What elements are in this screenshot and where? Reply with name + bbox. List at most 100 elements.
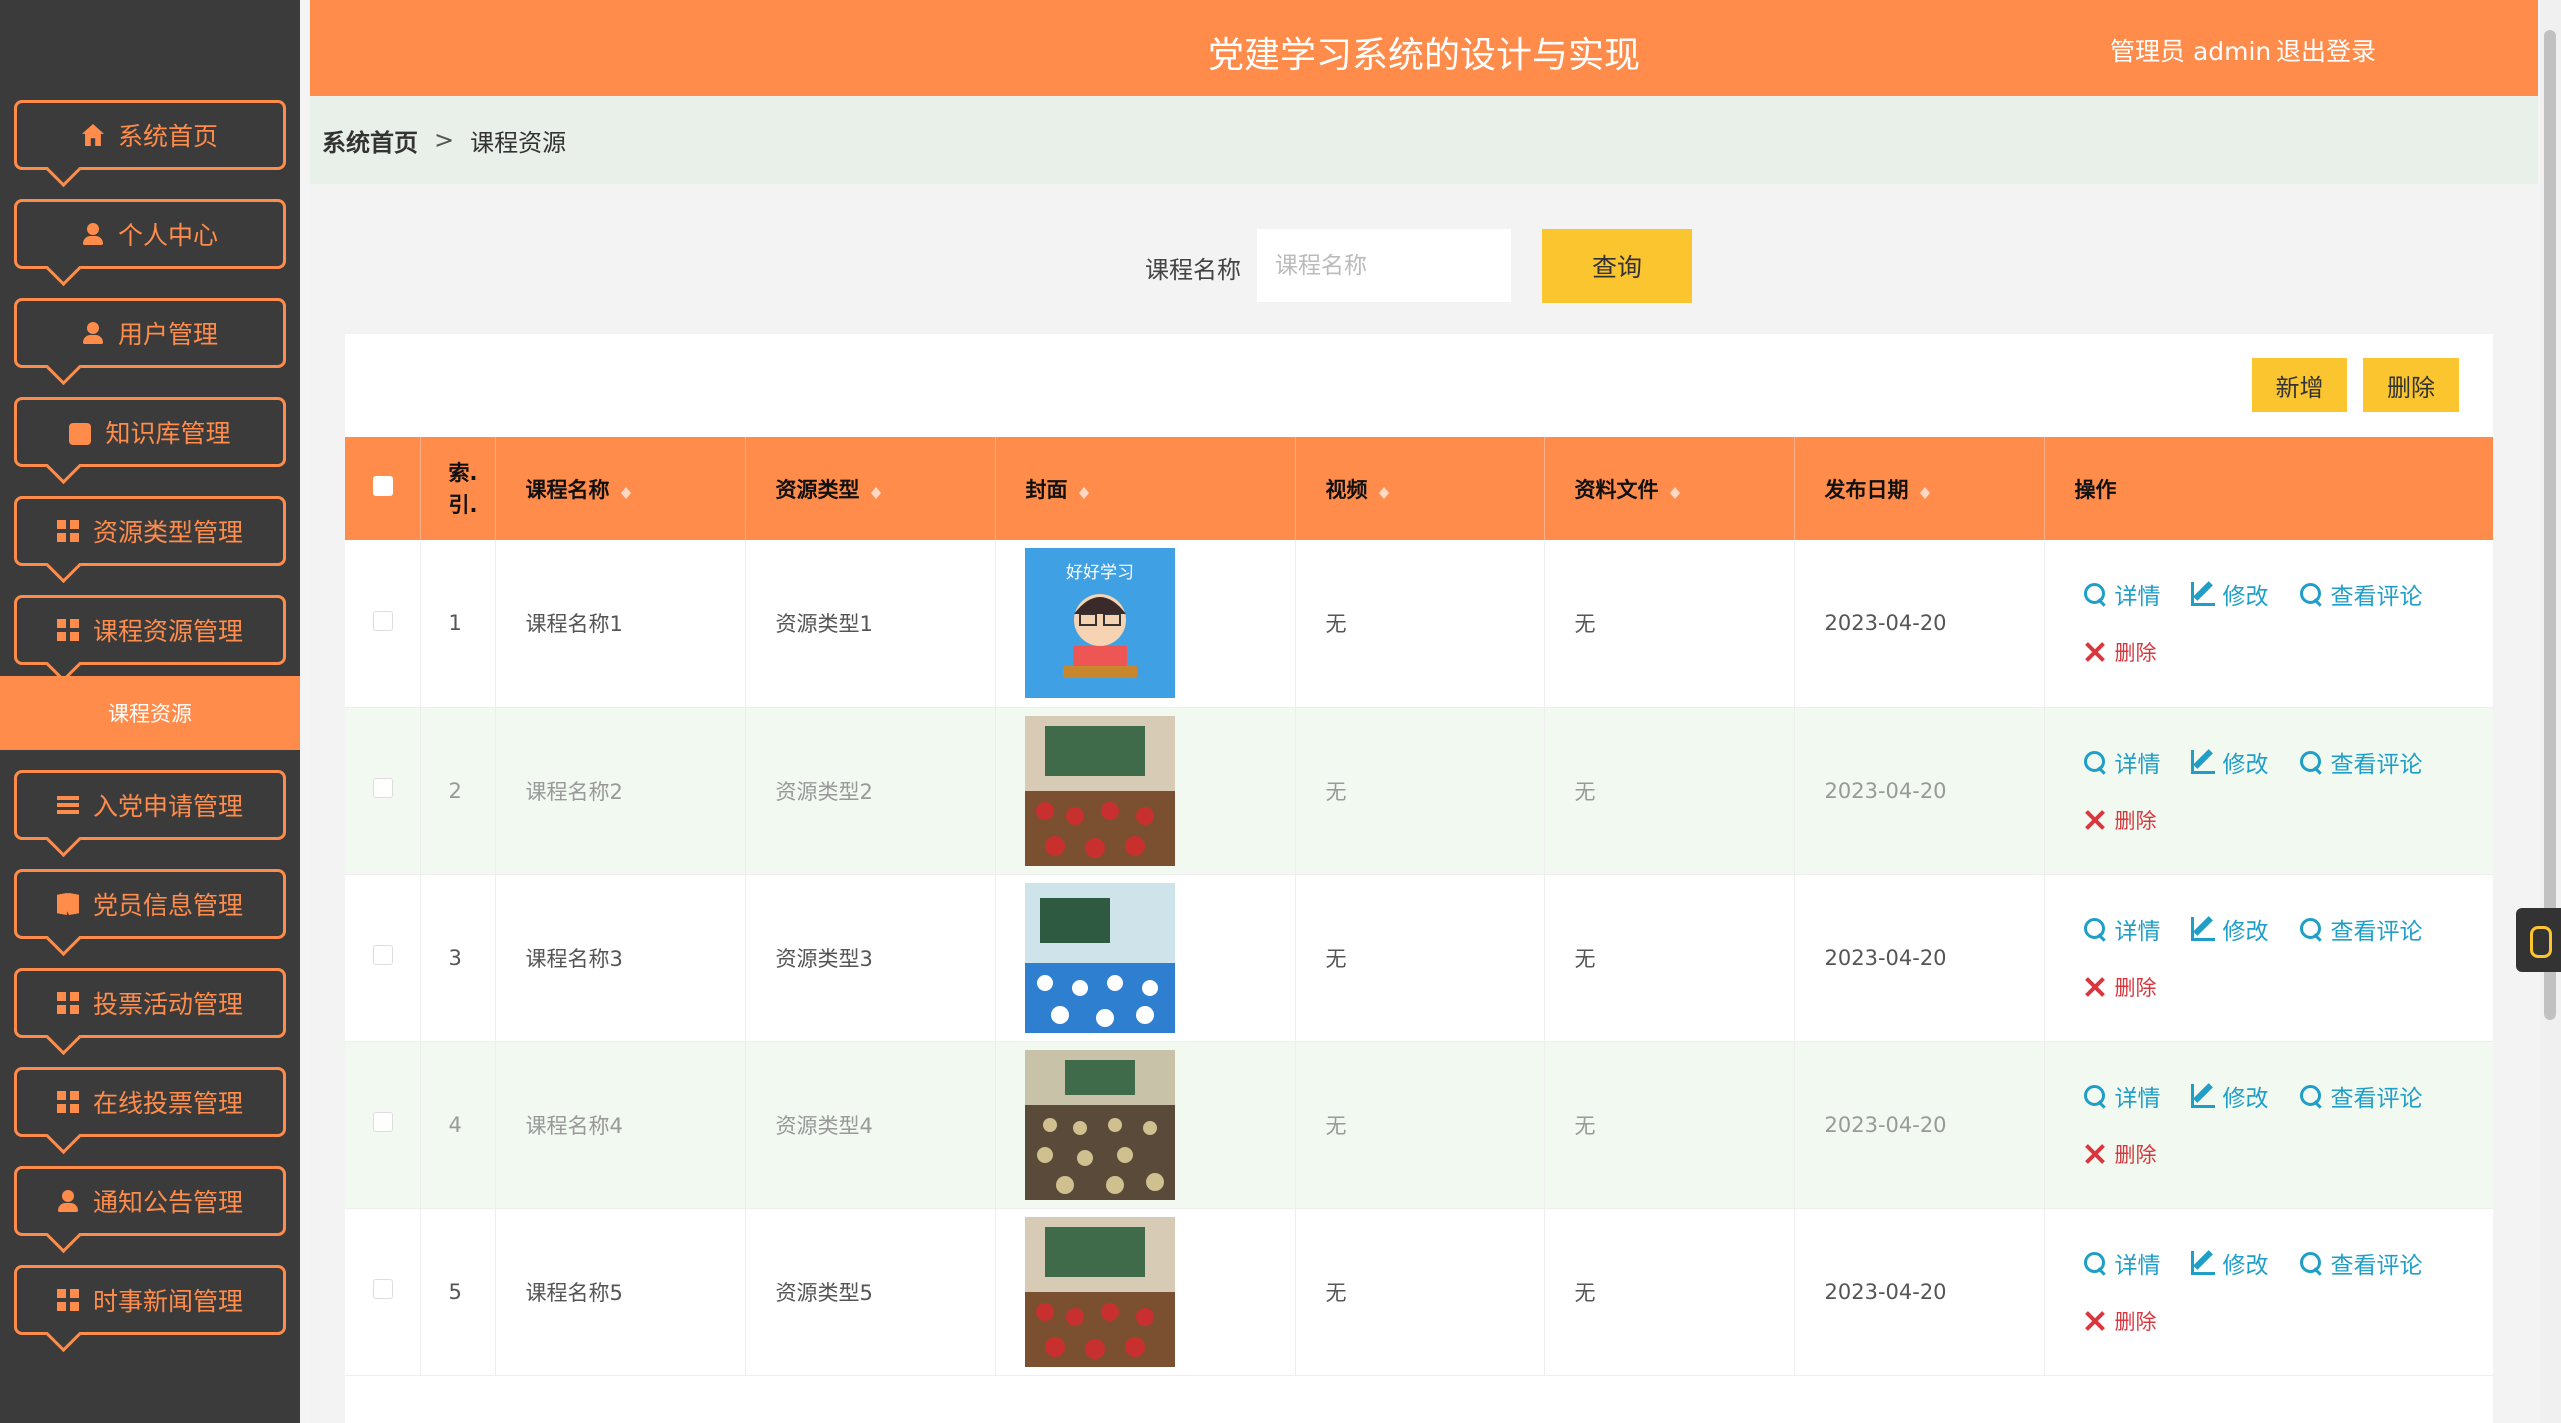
- sidebar-item-party-application[interactable]: 入党申请管理: [14, 770, 286, 840]
- grid-icon: [56, 1289, 79, 1311]
- view-comments-button[interactable]: 查看评论: [2299, 577, 2423, 611]
- close-icon: [2083, 640, 2107, 664]
- cell-file: 无: [1544, 1208, 1795, 1375]
- sidebar-item-users[interactable]: 用户管理: [14, 298, 286, 368]
- row-checkbox[interactable]: [373, 945, 393, 965]
- course-resource-table: 索. 引. 课程名称 资源类型 封面 视频 资料文件 发布日期 操作 1 课程名称…: [345, 437, 2493, 1376]
- edit-button[interactable]: 修改: [2190, 745, 2269, 779]
- row-delete-button[interactable]: 删除: [2083, 805, 2157, 835]
- header-label: 封面: [1025, 477, 1068, 502]
- cover-image: [1024, 1216, 1175, 1367]
- edit-icon: [2190, 749, 2215, 774]
- search-icon: [2299, 582, 2323, 606]
- search-icon: [2083, 750, 2107, 774]
- op-label: 修改: [2222, 1085, 2269, 1112]
- grid-icon: [56, 619, 79, 641]
- view-comments-button[interactable]: 查看评论: [2299, 1079, 2423, 1113]
- cell-video: 无: [1295, 540, 1545, 707]
- header-cover[interactable]: 封面: [995, 437, 1296, 540]
- search-input[interactable]: [1257, 229, 1511, 302]
- sort-icon[interactable]: [620, 481, 632, 501]
- row-delete-button[interactable]: 删除: [2083, 1306, 2157, 1336]
- sidebar-item-member-info[interactable]: 党员信息管理: [14, 869, 286, 939]
- row-select-cell: [345, 1041, 421, 1208]
- sort-icon[interactable]: [1378, 481, 1390, 501]
- sidebar-item-online-vote[interactable]: 在线投票管理: [14, 1067, 286, 1137]
- edit-icon: [2190, 582, 2215, 607]
- detail-button[interactable]: 详情: [2083, 745, 2161, 779]
- sidebar-item-notice[interactable]: 通知公告管理: [14, 1166, 286, 1236]
- view-comments-button[interactable]: 查看评论: [2299, 912, 2423, 946]
- select-all-checkbox[interactable]: [373, 476, 393, 496]
- row-checkbox[interactable]: [373, 1279, 393, 1299]
- side-float-handle[interactable]: [2516, 908, 2561, 972]
- edit-button[interactable]: 修改: [2190, 1079, 2269, 1113]
- header-actions: 操作: [2074, 477, 2117, 502]
- sort-icon[interactable]: [1919, 481, 1931, 501]
- page-scrollbar[interactable]: [2540, 0, 2561, 1423]
- batch-delete-button[interactable]: 删除: [2363, 358, 2459, 412]
- sort-icon[interactable]: [1669, 481, 1681, 501]
- sidebar-item-resource-type[interactable]: 资源类型管理: [14, 496, 286, 566]
- sort-icon[interactable]: [870, 481, 882, 501]
- cell-index: 5: [420, 1208, 496, 1375]
- cell-video: 无: [1295, 1041, 1545, 1208]
- op-label: 查看评论: [2330, 1085, 2423, 1112]
- header-date[interactable]: 发布日期: [1794, 437, 2045, 540]
- header-file[interactable]: 资料文件: [1544, 437, 1795, 540]
- cell-course-name: 课程名称1: [495, 540, 746, 707]
- row-delete-button[interactable]: 删除: [2083, 637, 2157, 667]
- table-header-row: 索. 引. 课程名称 资源类型 封面 视频 资料文件 发布日期 操作: [345, 437, 2493, 540]
- sort-icon[interactable]: [1078, 481, 1090, 501]
- sidebar-item-home[interactable]: 系统首页: [14, 100, 286, 170]
- cell-index: 2: [420, 707, 496, 874]
- sidebar: 系统首页 个人中心 用户管理 知识库管理 资源类型管理 课程资源管理 课程资源 …: [0, 0, 300, 1423]
- detail-button[interactable]: 详情: [2083, 577, 2161, 611]
- cover-image: 好好学习: [1024, 548, 1175, 699]
- row-checkbox[interactable]: [373, 610, 393, 631]
- sidebar-item-label: 时事新闻管理: [92, 1287, 243, 1316]
- cell-course-name: 课程名称5: [495, 1208, 746, 1375]
- cell-date: 2023-04-20: [1794, 540, 2045, 707]
- detail-button[interactable]: 详情: [2083, 1079, 2161, 1113]
- search-icon: [2299, 917, 2323, 941]
- cell-file: 无: [1544, 707, 1795, 874]
- edit-button[interactable]: 修改: [2190, 912, 2269, 946]
- row-delete-button[interactable]: 删除: [2083, 972, 2157, 1002]
- edit-button[interactable]: 修改: [2190, 577, 2269, 611]
- header-resource-type[interactable]: 资源类型: [745, 437, 996, 540]
- cell-resource-type: 资源类型1: [745, 540, 996, 707]
- close-icon: [2083, 1309, 2107, 1333]
- header-label: 资料文件: [1574, 477, 1659, 502]
- header-course-name[interactable]: 课程名称: [495, 437, 746, 540]
- table-row: 2 课程名称2 资源类型2 无无 2023-04-20 详情 修改 查看评论 删除: [345, 707, 2493, 874]
- scrollbar-thumb[interactable]: [2544, 30, 2556, 1020]
- cell-file: 无: [1544, 540, 1795, 707]
- search-icon: [2299, 1251, 2323, 1275]
- view-comments-button[interactable]: 查看评论: [2299, 1246, 2423, 1280]
- sidebar-item-vote-activity[interactable]: 投票活动管理: [14, 968, 286, 1038]
- sidebar-item-label: 资源类型管理: [92, 518, 243, 547]
- sidebar-item-knowledge[interactable]: 知识库管理: [14, 397, 286, 467]
- sidebar-item-course-resource[interactable]: 课程资源管理: [14, 595, 286, 665]
- sidebar-item-news[interactable]: 时事新闻管理: [14, 1265, 286, 1335]
- grid-icon: [56, 992, 79, 1014]
- query-button[interactable]: 查询: [1542, 229, 1692, 303]
- detail-button[interactable]: 详情: [2083, 1246, 2161, 1280]
- sidebar-item-label: 通知公告管理: [92, 1188, 243, 1217]
- breadcrumb-home[interactable]: 系统首页: [322, 123, 418, 158]
- view-comments-button[interactable]: 查看评论: [2299, 745, 2423, 779]
- row-delete-button[interactable]: 删除: [2083, 1139, 2157, 1169]
- edit-button[interactable]: 修改: [2190, 1246, 2269, 1280]
- sidebar-item-personal[interactable]: 个人中心: [14, 199, 286, 269]
- row-checkbox[interactable]: [373, 1112, 393, 1132]
- sidebar-subitem-course-resource[interactable]: 课程资源: [0, 676, 300, 750]
- header-video[interactable]: 视频: [1295, 437, 1545, 540]
- logout-link[interactable]: 退出登录: [2276, 32, 2376, 68]
- op-label: 删除: [2114, 1309, 2157, 1334]
- header-label: 资源类型: [775, 477, 860, 502]
- row-checkbox[interactable]: [373, 778, 393, 798]
- detail-button[interactable]: 详情: [2083, 912, 2161, 946]
- table-row: 1 课程名称1 资源类型1 好好学习无无 2023-04-20 详情 修改 查看评论 删除: [345, 540, 2493, 707]
- add-button[interactable]: 新增: [2252, 358, 2347, 412]
